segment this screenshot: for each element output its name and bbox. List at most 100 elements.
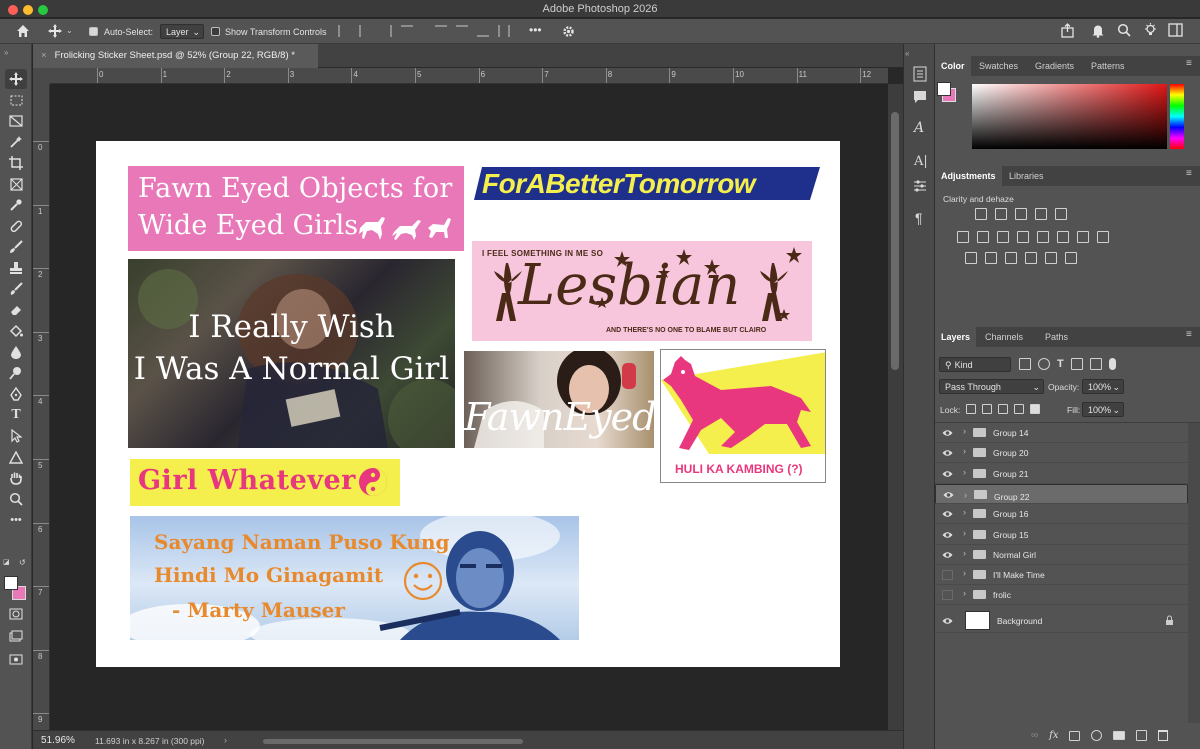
layer-row[interactable]: › Group 14 <box>935 423 1188 443</box>
eyedropper-tool-button[interactable] <box>5 195 27 215</box>
threshold-icon[interactable] <box>1025 252 1037 264</box>
color-balance-icon[interactable] <box>1037 231 1049 243</box>
stamp-tool-button[interactable] <box>5 258 27 278</box>
comments-panel-icon[interactable] <box>913 90 927 104</box>
type-tool-button[interactable]: T <box>5 405 27 425</box>
canvas-area[interactable]: Fawn Eyed Objects for Wide Eyed Girls Fo… <box>50 84 888 730</box>
vertical-scrollbar[interactable] <box>888 84 903 730</box>
edit-toolbar-button[interactable]: ••• <box>5 510 27 530</box>
vibrance-icon[interactable] <box>997 231 1009 243</box>
path-selection-tool-button[interactable] <box>5 426 27 446</box>
auto-select-dropdown[interactable]: Layer ⌄ <box>160 24 204 39</box>
pen-tool-button[interactable] <box>5 384 27 404</box>
layer-row[interactable]: › Group 16 <box>935 504 1188 525</box>
blur-tool-button[interactable] <box>5 342 27 362</box>
marquee-tool-button[interactable] <box>5 90 27 110</box>
blend-mode-dropdown[interactable]: Pass Through ⌄ <box>939 379 1044 394</box>
exposure-icon[interactable] <box>977 231 989 243</box>
history-panel-icon[interactable] <box>913 66 927 82</box>
eye-hidden-icon[interactable] <box>942 570 953 581</box>
align-top-icon[interactable] <box>435 25 447 37</box>
sticker-fawn-eyed[interactable]: FawnEyed <box>464 351 654 448</box>
dodge-tool-button[interactable] <box>5 363 27 383</box>
new-adjustment-layer-icon[interactable] <box>1091 730 1103 741</box>
tab-adjustments[interactable]: Adjustments <box>935 166 1002 186</box>
sticker-for-a-better-tomorrow[interactable]: ForABetterTomorrow <box>474 166 824 201</box>
tab-swatches[interactable]: Swatches <box>973 56 1024 76</box>
align-middle-icon[interactable] <box>456 25 468 37</box>
trash-icon[interactable] <box>1158 730 1169 741</box>
swap-colors-icon[interactable]: ↺ <box>19 558 26 567</box>
frame-tool-button[interactable] <box>5 174 27 194</box>
grain-icon[interactable] <box>1015 208 1027 220</box>
sticker-huli-ka-kambing[interactable]: HULI KA KAMBING (?) <box>660 349 826 483</box>
tab-channels[interactable]: Channels <box>979 327 1029 347</box>
opacity-input[interactable]: 100% ⌄ <box>1082 379 1124 394</box>
hue-slider[interactable] <box>1170 84 1184 149</box>
doc-info-chevron-icon[interactable]: › <box>224 735 227 745</box>
sticker-girl-whatever[interactable]: Girl Whatever <box>130 459 400 506</box>
color-lookup-icon[interactable] <box>965 252 977 264</box>
new-layer-icon[interactable] <box>1136 730 1148 741</box>
photo-filter-icon[interactable] <box>1077 231 1089 243</box>
layer-row[interactable]: Background <box>935 609 1188 633</box>
gradient-map-icon[interactable] <box>1065 252 1077 264</box>
new-group-icon[interactable] <box>1113 731 1126 740</box>
fill-input[interactable]: 100% ⌄ <box>1082 402 1124 417</box>
home-icon[interactable] <box>15 23 31 39</box>
auto-select-checkbox[interactable] <box>89 27 98 36</box>
bell-icon[interactable] <box>1091 23 1105 38</box>
history-brush-tool-button[interactable] <box>5 279 27 299</box>
panel-menu-icon[interactable]: ≡ <box>1186 329 1192 340</box>
toolbar-collapse-icon[interactable]: » <box>4 48 8 57</box>
tab-patterns[interactable]: Patterns <box>1085 56 1131 76</box>
share-icon[interactable] <box>1060 23 1075 38</box>
lasso-tool-button[interactable] <box>5 111 27 131</box>
panel-menu-icon[interactable]: ≡ <box>1186 58 1192 69</box>
color-field[interactable] <box>972 84 1167 149</box>
gear-icon[interactable] <box>562 25 575 38</box>
align-center-icon[interactable] <box>359 25 371 37</box>
tab-gradients[interactable]: Gradients <box>1029 56 1080 76</box>
search-icon[interactable] <box>1117 23 1131 37</box>
filter-pixel-icon[interactable] <box>1019 358 1031 370</box>
screen-mode-button[interactable] <box>5 626 27 646</box>
distribute-icon[interactable] <box>401 25 413 37</box>
paragraph-styles-icon[interactable]: A| <box>914 154 928 169</box>
sticker-lesbian[interactable]: I FEEL SOMETHING IN ME SO Lesbian AND TH… <box>472 241 812 341</box>
eye-icon[interactable] <box>942 509 953 519</box>
show-transform-checkbox[interactable] <box>211 27 220 36</box>
strip-collapse-icon[interactable]: « <box>905 49 909 58</box>
lock-position-icon[interactable] <box>998 404 1008 414</box>
link-layers-icon[interactable]: ∞ <box>1031 730 1038 741</box>
clarity-icon[interactable] <box>995 208 1007 220</box>
posterize-icon[interactable] <box>1005 252 1017 264</box>
paint-bucket-tool-button[interactable] <box>5 321 27 341</box>
tool-preset-chevron-icon[interactable]: ⌄ <box>66 26 73 35</box>
foreground-color-swatch[interactable] <box>4 576 18 590</box>
eraser-tool-button[interactable] <box>5 300 27 320</box>
lock-icon[interactable] <box>1165 615 1174 626</box>
crop-tool-button[interactable] <box>5 153 27 173</box>
quick-mask-button[interactable] <box>5 604 27 624</box>
layer-row[interactable]: › Group 21 <box>935 464 1188 484</box>
filter-toggle-icon[interactable] <box>1108 358 1116 370</box>
filter-smart-object-icon[interactable] <box>1089 358 1102 370</box>
lock-transparent-icon[interactable] <box>966 404 976 414</box>
lightbulb-icon[interactable] <box>1143 22 1158 38</box>
tab-libraries[interactable]: Libraries <box>1003 166 1050 186</box>
align-left-icon[interactable] <box>338 25 350 37</box>
sticker-fawn-eyed-objects[interactable]: Fawn Eyed Objects for Wide Eyed Girls <box>128 166 464 251</box>
workspace-icon[interactable] <box>1168 23 1183 37</box>
brush-tool-button[interactable] <box>5 237 27 257</box>
panel-menu-icon[interactable]: ≡ <box>1186 168 1192 179</box>
invert-icon[interactable] <box>985 252 997 264</box>
properties-panel-icon[interactable] <box>913 179 927 193</box>
hand-tool-button[interactable] <box>5 468 27 488</box>
expand-chevron-icon[interactable]: › <box>963 446 966 456</box>
eye-icon[interactable] <box>942 616 953 626</box>
layer-row[interactable]: › Normal Girl <box>935 545 1188 565</box>
tab-layers[interactable]: Layers <box>935 327 977 347</box>
move-tool-icon[interactable] <box>48 24 62 38</box>
layer-row[interactable]: › frolic <box>935 585 1188 606</box>
